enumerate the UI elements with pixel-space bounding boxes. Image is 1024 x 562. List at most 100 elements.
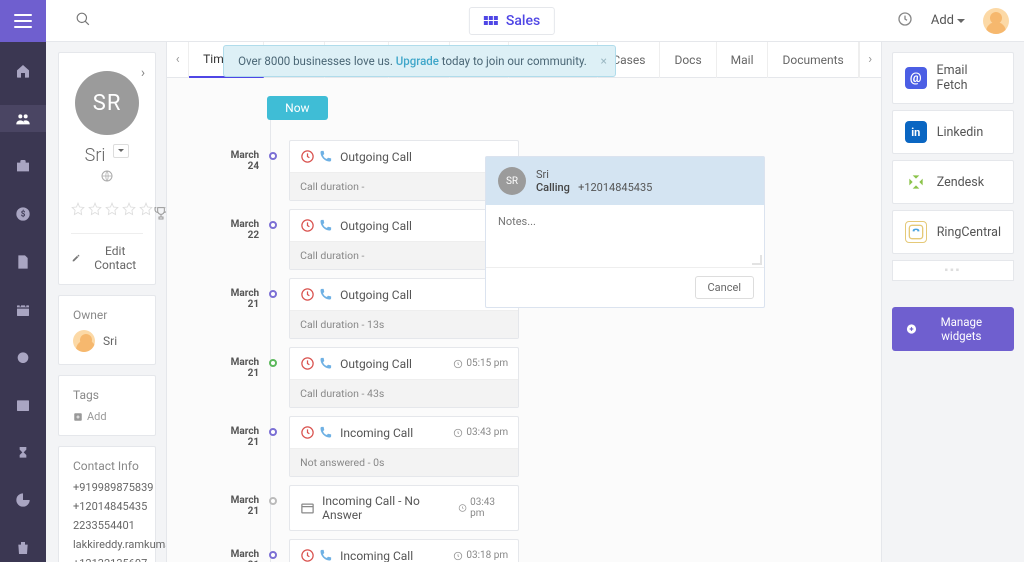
module-switcher[interactable]: Sales	[469, 7, 555, 35]
tags-card: Tags Add	[58, 375, 156, 436]
star-icon	[139, 202, 153, 216]
home-icon	[15, 63, 31, 79]
timeline-dot	[269, 152, 277, 160]
widget-placeholder: ▪▪▪	[892, 260, 1014, 281]
tabs-row: ‹ Timeline Notes Events Tasks Deals Camp…	[167, 42, 881, 78]
apps-icon	[484, 16, 498, 25]
call-icon	[300, 356, 333, 371]
call-notes-input[interactable]	[486, 205, 764, 263]
globe-icon	[101, 170, 113, 185]
email-icon	[905, 67, 927, 89]
nav-deals[interactable]: $	[0, 200, 46, 228]
timeline-dot	[269, 290, 277, 298]
nav-trash[interactable]	[0, 534, 46, 562]
widget-linkedin[interactable]: Linkedin	[892, 110, 1014, 154]
tab-documents[interactable]: Documents	[768, 42, 858, 78]
contact-avatar: SR	[75, 71, 139, 135]
hamburger-button[interactable]	[0, 0, 46, 42]
widget-email-fetch[interactable]: Email Fetch	[892, 52, 1014, 104]
add-tag-button[interactable]: Add	[73, 410, 141, 423]
timeline-sub: Call duration -	[290, 172, 518, 200]
tabs-prev[interactable]: ‹	[167, 42, 189, 78]
owner-name: Sri	[103, 334, 117, 348]
timeline-item: March 21 Incoming Call - No Answer 03:43…	[217, 485, 861, 531]
ringcentral-icon	[905, 221, 927, 243]
zendesk-icon	[905, 171, 927, 193]
contact-info-card: Contact Info +919989875839 +12014845435 …	[58, 446, 156, 562]
widget-label: Zendesk	[937, 175, 984, 190]
timeline-title: Incoming Call	[340, 426, 413, 440]
timeline-time: 03:18 pm	[453, 550, 508, 561]
nav-home[interactable]	[0, 57, 46, 85]
timeline-dot	[269, 551, 277, 559]
nav-reports[interactable]	[0, 487, 46, 515]
upgrade-link[interactable]: Upgrade	[396, 54, 439, 68]
star-icon	[122, 202, 136, 216]
tab-mail[interactable]: Mail	[717, 42, 769, 78]
call-status: Calling	[536, 181, 570, 194]
nav-tasks[interactable]	[0, 343, 46, 371]
linkedin-icon	[905, 121, 927, 143]
timeline-title: Outgoing Call	[340, 219, 412, 233]
widgets-panel: Email Fetch Linkedin Zendesk RingCentral…	[882, 42, 1024, 562]
manage-widgets-label: Manage widgets	[923, 315, 1000, 343]
piechart-icon	[15, 492, 31, 508]
timeline-item: March 21 Outgoing Call 05:15 pm Call dur…	[217, 347, 861, 408]
nav-companies[interactable]	[0, 152, 46, 180]
nav-calendar[interactable]	[0, 296, 46, 324]
timeline-title: Outgoing Call	[340, 288, 412, 302]
timeline-card[interactable]: Incoming Call - No Answer 03:43 pm	[289, 485, 519, 531]
call-icon	[300, 149, 333, 164]
timeline-card[interactable]: Outgoing Call 05:15 pm Call duration - 4…	[289, 347, 519, 408]
nav-contacts[interactable]	[0, 105, 46, 133]
add-button[interactable]: Add	[931, 13, 965, 28]
owner-avatar	[73, 330, 95, 352]
search-icon	[76, 12, 90, 26]
timeline-time: 05:15 pm	[453, 358, 508, 369]
edit-contact-button[interactable]: Edit Contact	[71, 233, 143, 272]
name-options[interactable]	[113, 144, 129, 158]
star-icon	[71, 202, 85, 216]
contact-info-value: +12014845435	[73, 500, 141, 513]
file-icon	[15, 254, 31, 270]
timeline-date: March 21	[217, 416, 267, 448]
call-number: +12014845435	[578, 181, 652, 194]
star-rating[interactable]	[71, 202, 153, 216]
timeline-card[interactable]: Incoming Call 03:18 pm Not answered - 0s	[289, 539, 519, 562]
widget-label: RingCentral	[937, 225, 1001, 240]
now-badge: Now	[267, 96, 327, 120]
timeline-date: March 24	[217, 140, 267, 172]
search-button[interactable]	[76, 11, 90, 30]
owner-card: Owner Sri	[58, 295, 156, 365]
tags-title: Tags	[73, 388, 141, 402]
contact-info-value: +919989875839	[73, 481, 141, 494]
tab-docs[interactable]: Docs	[660, 42, 716, 78]
upgrade-banner: Over 8000 businesses love us. Upgrade to…	[223, 45, 616, 77]
nav-documents[interactable]	[0, 248, 46, 276]
owner-title: Owner	[73, 308, 141, 322]
pencil-icon	[71, 252, 81, 264]
briefcase-icon	[15, 158, 31, 174]
contact-info-title: Contact Info	[73, 459, 141, 473]
expand-profile[interactable]: ›	[141, 65, 145, 81]
hourglass-icon	[15, 445, 31, 461]
manage-widgets-button[interactable]: Manage widgets	[892, 307, 1014, 351]
activity-button[interactable]	[897, 11, 913, 31]
nav-timer[interactable]	[0, 439, 46, 467]
nav-events[interactable]	[0, 391, 46, 419]
timeline-card[interactable]: Incoming Call 03:43 pm Not answered - 0s	[289, 416, 519, 477]
banner-text-before: Over 8000 businesses love us.	[238, 54, 396, 68]
user-avatar[interactable]	[983, 8, 1009, 34]
timeline-title: Outgoing Call	[340, 357, 412, 371]
widget-zendesk[interactable]: Zendesk	[892, 160, 1014, 204]
timeline-date: March 21	[217, 485, 267, 517]
dollar-icon: $	[15, 206, 31, 222]
caller-name: Sri	[536, 168, 652, 181]
widget-ringcentral[interactable]: RingCentral	[892, 210, 1014, 254]
timeline-sub: Call duration -	[290, 241, 518, 269]
tabs-next[interactable]: ›	[859, 42, 881, 78]
widget-label: Linkedin	[937, 125, 984, 140]
cancel-button[interactable]: Cancel	[695, 276, 754, 299]
banner-close[interactable]: ×	[600, 54, 606, 68]
edit-contact-label: Edit Contact	[87, 244, 143, 272]
